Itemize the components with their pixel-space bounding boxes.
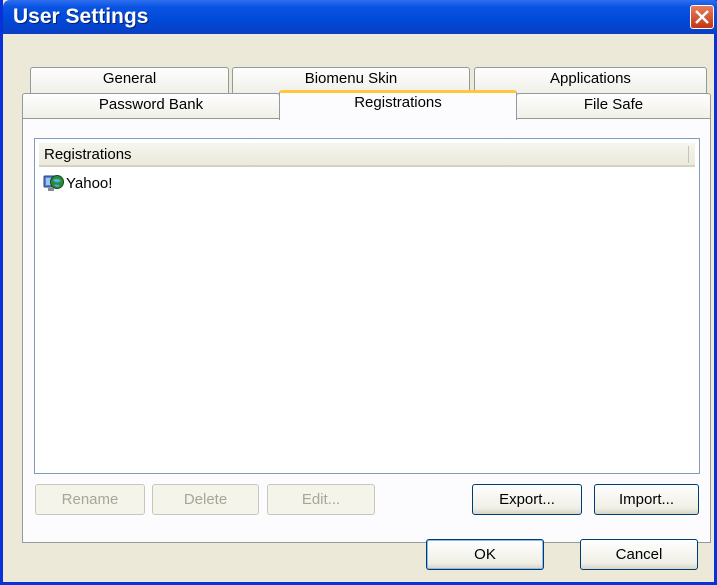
column-header-registrations[interactable]: Registrations — [39, 143, 695, 167]
tab-label: Password Bank — [98, 96, 204, 113]
tab-registrations[interactable]: Registrations — [279, 90, 517, 120]
tab-general[interactable]: General — [30, 67, 229, 93]
column-separator[interactable] — [688, 146, 689, 163]
tab-file-safe[interactable]: File Safe — [516, 93, 711, 119]
column-header-label: Registrations — [44, 146, 132, 163]
tab-label: Applications — [550, 70, 631, 87]
cancel-button[interactable]: Cancel — [580, 539, 698, 570]
export-button[interactable]: Export... — [472, 484, 582, 515]
window-title: User Settings — [13, 5, 149, 28]
globe-computer-icon — [43, 175, 64, 191]
title-bar[interactable]: User Settings — [3, 0, 717, 34]
list-item-label: Yahoo! — [66, 175, 113, 192]
registrations-list[interactable]: Registrations Yahoo! — [34, 138, 700, 474]
edit-button[interactable]: Edit... — [267, 484, 375, 515]
tab-label: File Safe — [583, 96, 644, 113]
delete-button[interactable]: Delete — [152, 484, 259, 515]
ok-button[interactable]: OK — [426, 539, 544, 570]
tab-label: General — [102, 70, 157, 87]
tab-label: Registrations — [354, 94, 442, 111]
close-icon — [695, 10, 709, 24]
close-button[interactable] — [690, 5, 714, 29]
import-button[interactable]: Import... — [594, 484, 699, 515]
rename-button[interactable]: Rename — [35, 484, 145, 515]
tab-label: Biomenu Skin — [304, 70, 398, 87]
tab-password-bank[interactable]: Password Bank — [22, 93, 280, 119]
